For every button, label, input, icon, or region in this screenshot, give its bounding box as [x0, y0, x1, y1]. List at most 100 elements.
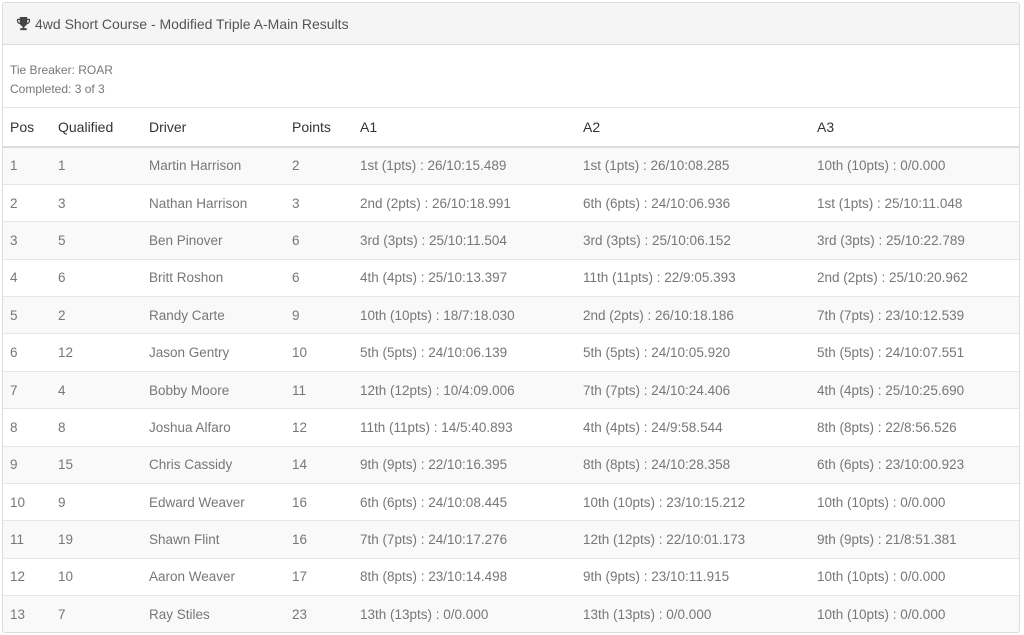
- table-row: 12 10 Aaron Weaver 17 8th (8pts) : 23/10:14.…: [3, 557, 1019, 596]
- table-row: 1 1 Martin Harrison 2 1st (1pts) : 26/10:15.…: [3, 146, 1019, 185]
- table-row: 7 4 Bobby Moore 11 12th (12pts) : 10/4:09.00…: [3, 370, 1019, 409]
- cell-qualified: 3: [51, 183, 142, 222]
- table-row: 11 19 Shawn Flint 16 7th (7pts) : 24/10:17.2…: [3, 520, 1019, 559]
- tie-breaker-text: Tie Breaker: ROAR: [10, 63, 113, 77]
- table-row: 5 2 Randy Carte 9 10th (10pts) : 18/7:18.030…: [3, 296, 1019, 334]
- cell-pos: 13: [3, 595, 51, 632]
- cell-driver: Nathan Harrison: [142, 183, 285, 222]
- cell-qualified: 12: [51, 333, 142, 372]
- table-row: 8 8 Joshua Alfaro 12 11th (11pts) : 14/5:40.…: [3, 408, 1019, 447]
- table-row: 13 7 Ray Stiles 23 13th (13pts) : 0/0.000 13t…: [3, 595, 1019, 632]
- table-header-row: Pos Qualified Driver Points A1 A2 A3: [3, 108, 1019, 148]
- cell-a1: 1st (1pts) : 26/10:15.489: [353, 146, 576, 185]
- cell-points: 17: [285, 557, 353, 596]
- cell-a2: 12th (12pts) : 22/10:01.173: [576, 520, 810, 559]
- cell-a2: 2nd (2pts) : 26/10:18.186: [576, 296, 810, 334]
- cell-driver: Britt Roshon: [142, 258, 285, 297]
- table-row: 2 3 Nathan Harrison 3 2nd (2pts) : 26/10:18.…: [3, 183, 1019, 222]
- cell-qualified: 19: [51, 520, 142, 559]
- cell-qualified: 5: [51, 221, 142, 260]
- cell-a2: 5th (5pts) : 24/10:05.920: [576, 333, 810, 372]
- cell-a2: 13th (13pts) : 0/0.000: [576, 595, 810, 632]
- cell-a3: 5th (5pts) : 24/10:07.551: [810, 333, 1019, 372]
- panel-heading: 4wd Short Course - Modified Triple A-Mai…: [3, 3, 1019, 45]
- cell-points: 6: [285, 221, 353, 260]
- column-header-a3: A3: [810, 108, 1019, 148]
- cell-driver: Randy Carte: [142, 296, 285, 334]
- cell-pos: 10: [3, 483, 51, 521]
- cell-driver: Ben Pinover: [142, 221, 285, 260]
- cell-a3: 7th (7pts) : 23/10:12.539: [810, 296, 1019, 334]
- column-header-a1: A1: [353, 108, 576, 148]
- cell-pos: 12: [3, 557, 51, 596]
- cell-pos: 8: [3, 408, 51, 447]
- cell-a2: 6th (6pts) : 24/10:06.936: [576, 183, 810, 222]
- cell-pos: 1: [3, 146, 51, 185]
- table-row: 9 15 Chris Cassidy 14 9th (9pts) : 22/10:16.…: [3, 445, 1019, 484]
- cell-pos: 5: [3, 296, 51, 334]
- cell-pos: 9: [3, 445, 51, 484]
- cell-points: 11: [285, 370, 353, 409]
- table-row: 3 5 Ben Pinover 6 3rd (3pts) : 25/10:11.504 3…: [3, 221, 1019, 260]
- cell-qualified: 4: [51, 370, 142, 409]
- column-header-a2: A2: [576, 108, 810, 148]
- table-body: 1 1 Martin Harrison 2 1st (1pts) : 26/10:15.…: [3, 146, 1019, 632]
- column-header-driver: Driver: [142, 108, 285, 148]
- cell-pos: 6: [3, 333, 51, 372]
- cell-a1: 3rd (3pts) : 25/10:11.504: [353, 221, 576, 260]
- cell-a1: 11th (11pts) : 14/5:40.893: [353, 408, 576, 447]
- cell-driver: Edward Weaver: [142, 483, 285, 521]
- cell-points: 16: [285, 483, 353, 521]
- cell-points: 14: [285, 445, 353, 484]
- cell-pos: 4: [3, 258, 51, 297]
- cell-qualified: 15: [51, 445, 142, 484]
- results-panel: 4wd Short Course - Modified Triple A-Mai…: [2, 2, 1020, 633]
- cell-qualified: 6: [51, 258, 142, 297]
- cell-a1: 4th (4pts) : 25/10:13.397: [353, 258, 576, 297]
- cell-qualified: 9: [51, 483, 142, 521]
- table-row: 4 6 Britt Roshon 6 4th (4pts) : 25/10:13.397…: [3, 258, 1019, 297]
- table-row: 10 9 Edward Weaver 16 6th (6pts) : 24/10:08.…: [3, 483, 1019, 521]
- cell-a3: 10th (10pts) : 0/0.000: [810, 557, 1019, 596]
- trophy-icon: [16, 16, 31, 31]
- cell-driver: Martin Harrison: [142, 146, 285, 185]
- cell-a2: 9th (9pts) : 23/10:11.915: [576, 557, 810, 596]
- cell-a1: 8th (8pts) : 23/10:14.498: [353, 557, 576, 596]
- cell-points: 6: [285, 258, 353, 297]
- cell-a3: 10th (10pts) : 0/0.000: [810, 146, 1019, 185]
- cell-points: 10: [285, 333, 353, 372]
- cell-a2: 11th (11pts) : 22/9:05.393: [576, 258, 810, 297]
- cell-a3: 10th (10pts) : 0/0.000: [810, 595, 1019, 632]
- table-row: 6 12 Jason Gentry 10 5th (5pts) : 24/10:06.1…: [3, 333, 1019, 372]
- cell-points: 9: [285, 296, 353, 334]
- cell-qualified: 2: [51, 296, 142, 334]
- race-info: Tie Breaker: ROAR Completed: 3 of 3: [3, 45, 1019, 108]
- cell-qualified: 7: [51, 595, 142, 632]
- cell-driver: Bobby Moore: [142, 370, 285, 409]
- cell-points: 2: [285, 146, 353, 185]
- cell-a3: 4th (4pts) : 25/10:25.690: [810, 370, 1019, 409]
- cell-a2: 10th (10pts) : 23/10:15.212: [576, 483, 810, 521]
- cell-points: 3: [285, 183, 353, 222]
- results-table: Pos Qualified Driver Points A1 A2 A3 1 1 Martin …: [3, 108, 1019, 632]
- column-header-pos: Pos: [3, 108, 51, 148]
- cell-a1: 9th (9pts) : 22/10:16.395: [353, 445, 576, 484]
- cell-a3: 9th (9pts) : 21/8:51.381: [810, 520, 1019, 559]
- cell-a1: 5th (5pts) : 24/10:06.139: [353, 333, 576, 372]
- cell-driver: Aaron Weaver: [142, 557, 285, 596]
- cell-a1: 6th (6pts) : 24/10:08.445: [353, 483, 576, 521]
- cell-a3: 1st (1pts) : 25/10:11.048: [810, 183, 1019, 222]
- cell-a2: 1st (1pts) : 26/10:08.285: [576, 146, 810, 185]
- cell-a3: 8th (8pts) : 22/8:56.526: [810, 408, 1019, 447]
- cell-a1: 12th (12pts) : 10/4:09.006: [353, 370, 576, 409]
- cell-a2: 8th (8pts) : 24/10:28.358: [576, 445, 810, 484]
- panel-title: 4wd Short Course - Modified Triple A-Mai…: [35, 15, 349, 32]
- cell-a3: 3rd (3pts) : 25/10:22.789: [810, 221, 1019, 260]
- cell-a1: 7th (7pts) : 24/10:17.276: [353, 520, 576, 559]
- cell-driver: Chris Cassidy: [142, 445, 285, 484]
- cell-a3: 2nd (2pts) : 25/10:20.962: [810, 258, 1019, 297]
- cell-a2: 3rd (3pts) : 25/10:06.152: [576, 221, 810, 260]
- cell-qualified: 10: [51, 557, 142, 596]
- cell-pos: 11: [3, 520, 51, 559]
- cell-points: 12: [285, 408, 353, 447]
